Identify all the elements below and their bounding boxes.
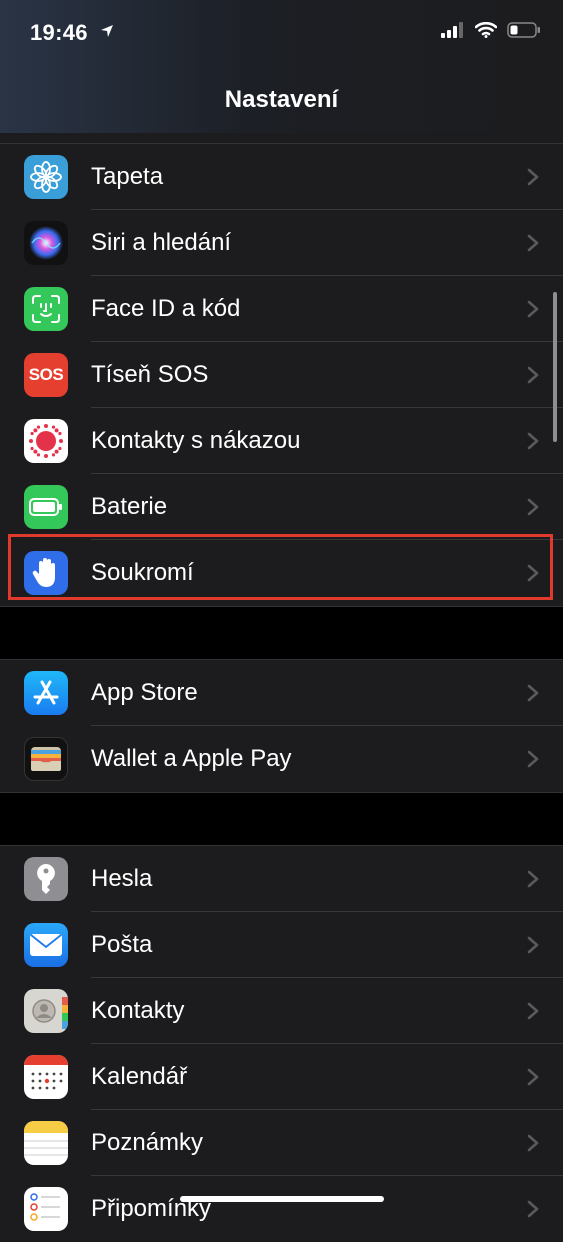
wallpaper-icon [24, 155, 68, 199]
row-label: Tapeta [91, 163, 164, 190]
chevron-right-icon [527, 498, 539, 516]
row-label: Pošta [91, 931, 153, 958]
row-label: Hesla [91, 865, 153, 892]
chevron-right-icon [527, 1134, 539, 1152]
settings-group-1: Tapeta Siri a hledání Face ID a kód SOS … [0, 144, 563, 606]
battery-status-icon [507, 22, 540, 38]
chevron-right-icon [527, 1068, 539, 1086]
status-time: 19:46 [30, 20, 114, 46]
chevron-right-icon [527, 1002, 539, 1020]
sos-icon: SOS [24, 353, 68, 397]
siri-icon [24, 221, 68, 265]
settings-row-calendar[interactable]: Kalendář [0, 1044, 563, 1110]
signal-icon [441, 22, 463, 38]
settings-row-wallpaper[interactable]: Tapeta [0, 144, 563, 210]
settings-row-siri[interactable]: Siri a hledání [0, 210, 563, 276]
app-store-icon [24, 671, 68, 715]
chevron-right-icon [527, 168, 539, 186]
chevron-right-icon [527, 1200, 539, 1218]
settings-row-reminders[interactable]: Připomínky [0, 1176, 563, 1242]
sos-icon-text: SOS [28, 365, 64, 384]
row-label: Kontakty [91, 997, 185, 1024]
row-label: Soukromí [91, 559, 194, 586]
settings-row-notes[interactable]: Poznámky [0, 1110, 563, 1176]
exposure-icon [24, 419, 68, 463]
settings-row-privacy[interactable]: Soukromí [0, 540, 563, 606]
chevron-right-icon [527, 432, 539, 450]
settings-group-2: App Store Wallet a Apple Pay [0, 660, 563, 792]
chevron-right-icon [527, 234, 539, 252]
status-icons [441, 22, 541, 38]
navigation-header: 19:46 Nastavení [0, 0, 563, 133]
group-spacer [0, 606, 563, 660]
row-label: Face ID a kód [91, 295, 241, 322]
row-label: Tíseň SOS [91, 361, 209, 388]
wifi-icon [475, 22, 497, 38]
row-label: Baterie [91, 493, 168, 520]
chevron-right-icon [527, 564, 539, 582]
chevron-right-icon [527, 366, 539, 384]
settings-group-3: Hesla Pošta Kontakty Kalendář Poznámky P… [0, 846, 563, 1242]
chevron-right-icon [527, 750, 539, 768]
settings-row-passwords[interactable]: Hesla [0, 846, 563, 912]
notes-icon [24, 1121, 68, 1165]
previous-row-edge [0, 133, 563, 144]
group-spacer [0, 792, 563, 846]
calendar-icon [24, 1055, 68, 1099]
settings-row-exposure-notifications[interactable]: Kontakty s nákazou [0, 408, 563, 474]
settings-row-face-id[interactable]: Face ID a kód [0, 276, 563, 342]
row-label: Kalendář [91, 1063, 188, 1090]
reminders-icon [24, 1187, 68, 1231]
row-label: Siri a hledání [91, 229, 232, 256]
battery-icon [24, 485, 68, 529]
settings-row-app-store[interactable]: App Store [0, 660, 563, 726]
face-id-icon [24, 287, 68, 331]
settings-row-contacts[interactable]: Kontakty [0, 978, 563, 1044]
contacts-icon [24, 989, 68, 1033]
key-icon [24, 857, 68, 901]
page-title: Nastavení [224, 86, 339, 113]
row-label: Wallet a Apple Pay [91, 745, 292, 772]
location-arrow-icon [101, 25, 114, 37]
scroll-indicator[interactable] [553, 292, 557, 442]
clock: 19:46 [30, 20, 88, 45]
row-label: Kontakty s nákazou [91, 427, 301, 454]
mail-icon [24, 923, 68, 967]
home-indicator[interactable] [180, 1196, 384, 1202]
settings-list: Tapeta Siri a hledání Face ID a kód SOS … [0, 133, 563, 1242]
chevron-right-icon [527, 936, 539, 954]
chevron-right-icon [527, 870, 539, 888]
chevron-right-icon [527, 300, 539, 318]
chevron-right-icon [527, 684, 539, 702]
settings-row-emergency-sos[interactable]: SOS Tíseň SOS [0, 342, 563, 408]
row-label: Poznámky [91, 1129, 204, 1156]
settings-row-mail[interactable]: Pošta [0, 912, 563, 978]
row-label: Připomínky [91, 1195, 212, 1222]
row-label: App Store [91, 679, 198, 706]
settings-row-wallet[interactable]: Wallet a Apple Pay [0, 726, 563, 792]
privacy-hand-icon [24, 551, 68, 595]
wallet-icon [24, 737, 68, 781]
settings-row-battery[interactable]: Baterie [0, 474, 563, 540]
